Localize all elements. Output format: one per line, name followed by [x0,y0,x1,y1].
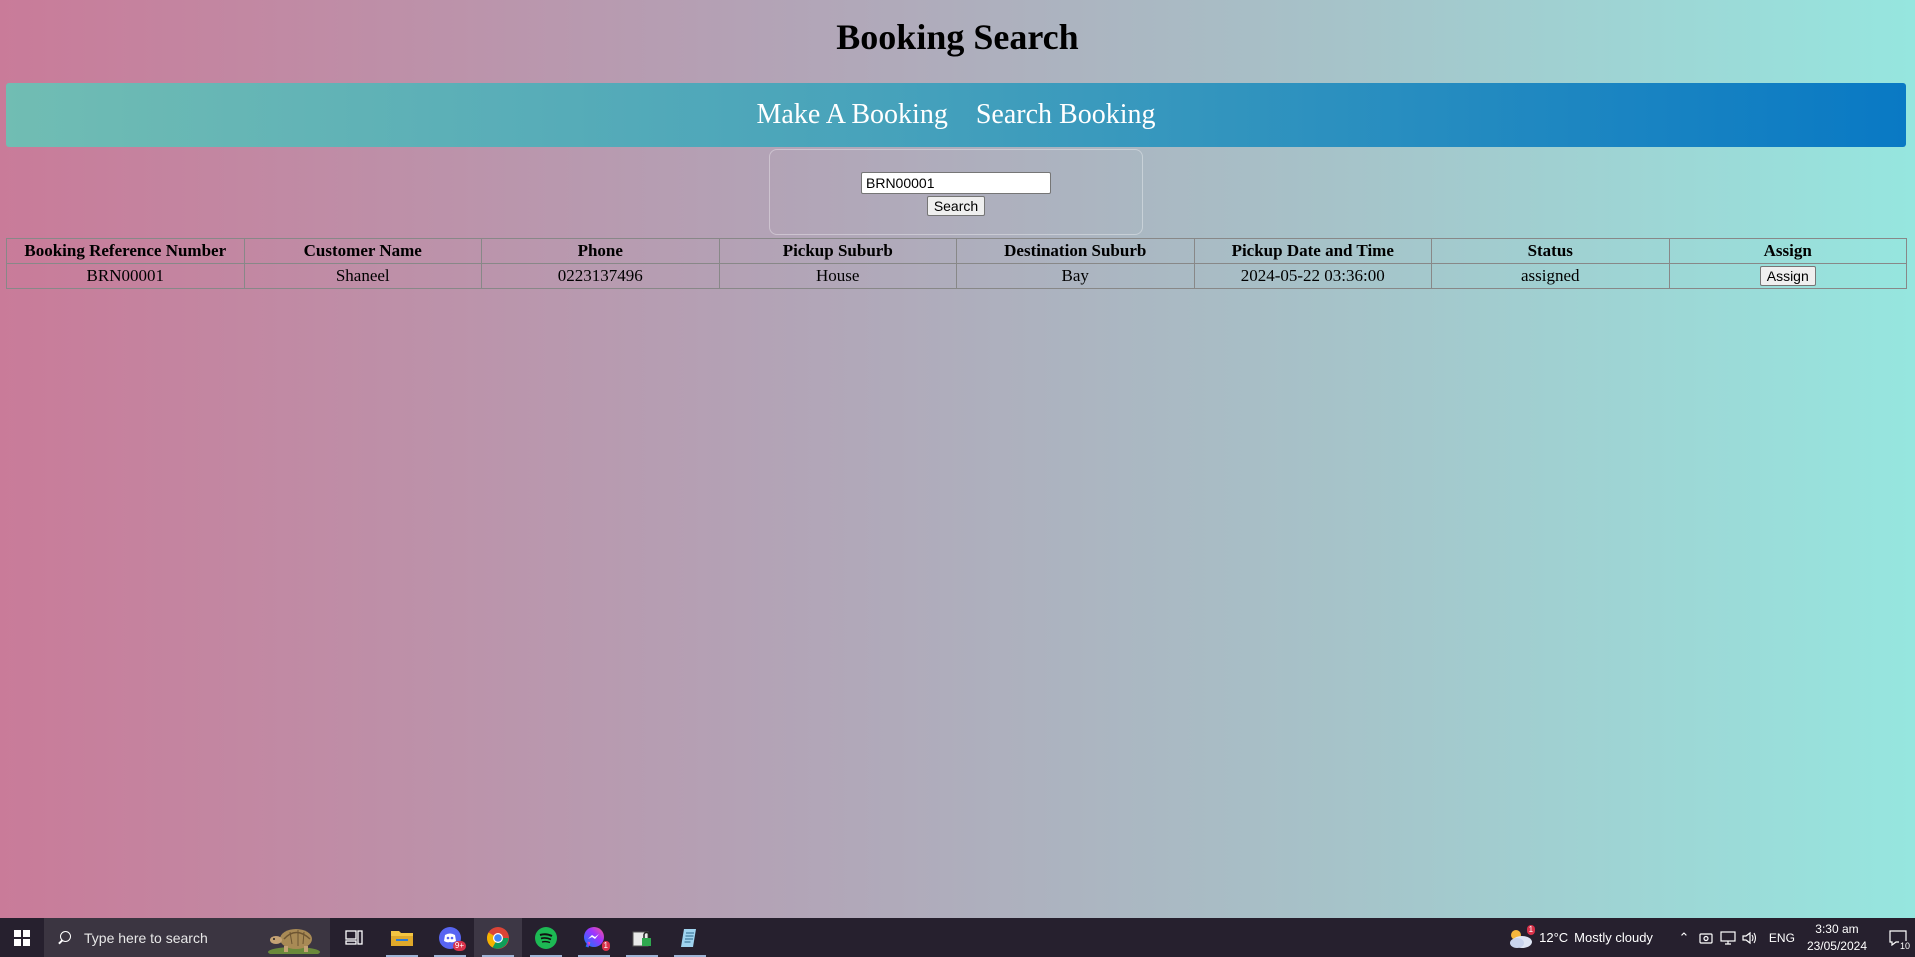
nav-search-booking-link[interactable]: Search Booking [976,99,1156,131]
search-form: Search [769,149,1143,235]
chrome-icon [487,926,509,949]
cell-booking-reference: BRN00001 [6,263,245,289]
cell-pickup-datetime: 2024-05-22 03:36:00 [1193,263,1432,289]
cell-phone: 0223137496 [481,263,720,289]
header-destination-suburb: Destination Suburb [956,238,1195,264]
header-status: Status [1431,238,1670,264]
discord-badge: 9+ [452,941,466,951]
header-customer-name: Customer Name [243,238,482,264]
turtle-illustration-icon [268,929,320,954]
taskbar: Type here to search 9+ 1 1 12°C Mostly c… [0,918,1915,957]
search-button[interactable]: Search [926,196,986,216]
cell-status: assigned [1431,263,1670,289]
nav-make-booking-link[interactable]: Make A Booking [757,99,948,131]
clock[interactable]: 3:30 am 23/05/2024 [1807,921,1867,955]
file-explorer-icon [391,930,413,946]
chevron-up-icon: ⌃ [1678,929,1690,945]
clock-time: 3:30 am [1815,921,1859,936]
navbar: Make A Booking Search Booking [6,83,1906,147]
header-pickup-suburb: Pickup Suburb [718,238,957,264]
taskbar-search-placeholder: Type here to search [84,929,208,946]
language-indicator[interactable]: ENG [1769,931,1795,945]
weather-badge: 1 [1526,924,1536,935]
results-table: Booking Reference Number Customer Name P… [6,238,1907,289]
meet-now-button[interactable] [1695,928,1717,948]
taskbar-search-box[interactable]: Type here to search [44,918,330,957]
assign-button[interactable]: Assign [1759,266,1816,286]
header-phone: Phone [481,238,720,264]
clock-date: 23/05/2024 [1806,938,1867,953]
task-view-button[interactable] [330,918,378,957]
weather-widget[interactable]: 1 12°C Mostly cloudy [1507,924,1653,949]
notification-count: 10 [1898,941,1911,951]
table-header-row: Booking Reference Number Customer Name P… [6,238,1907,264]
weather-temperature: 12°C [1539,930,1569,945]
header-booking-reference: Booking Reference Number [6,238,245,264]
cell-assign: Assign [1668,263,1907,289]
network-icon [1720,930,1736,945]
discord-button[interactable]: 9+ [426,918,474,957]
spotify-button[interactable] [522,918,570,957]
notepad-button[interactable] [666,918,714,957]
notification-center-button[interactable]: 10 [1881,918,1915,957]
task-view-icon [345,929,363,945]
volume-button[interactable] [1739,928,1761,948]
messenger-button[interactable]: 1 [570,918,618,957]
notepad-icon [681,928,696,947]
weather-description: Mostly cloudy [1574,930,1653,945]
start-button[interactable] [0,918,44,957]
search-icon [58,930,72,945]
messenger-badge: 1 [601,941,610,951]
windows-logo-icon [14,929,30,946]
cell-pickup-suburb: House [718,263,957,289]
secure-folder-icon [632,931,651,946]
secure-folder-button[interactable] [618,918,666,957]
booking-reference-input[interactable] [861,172,1051,194]
cell-destination-suburb: Bay [956,263,1195,289]
header-pickup-datetime: Pickup Date and Time [1193,238,1432,264]
page-title: Booking Search [836,17,1079,57]
cloudy-weather-icon: 1 [1507,924,1536,949]
header-assign: Assign [1668,238,1907,264]
table-row: BRN00001 Shaneel 0223137496 House Bay 20… [6,263,1907,289]
cell-customer-name: Shaneel [243,263,482,289]
show-hidden-icons-button[interactable]: ⌃ [1673,928,1695,948]
spotify-icon [535,926,557,949]
camera-icon [1699,932,1713,944]
speaker-icon [1742,931,1756,944]
file-explorer-button[interactable] [378,918,426,957]
network-button[interactable] [1717,928,1739,948]
page: Booking Search Make A Booking Search Boo… [0,0,1915,918]
system-tray: 1 12°C Mostly cloudy ⌃ ENG 3:30 am 23/05… [1507,918,1915,957]
chrome-button[interactable] [474,918,522,957]
